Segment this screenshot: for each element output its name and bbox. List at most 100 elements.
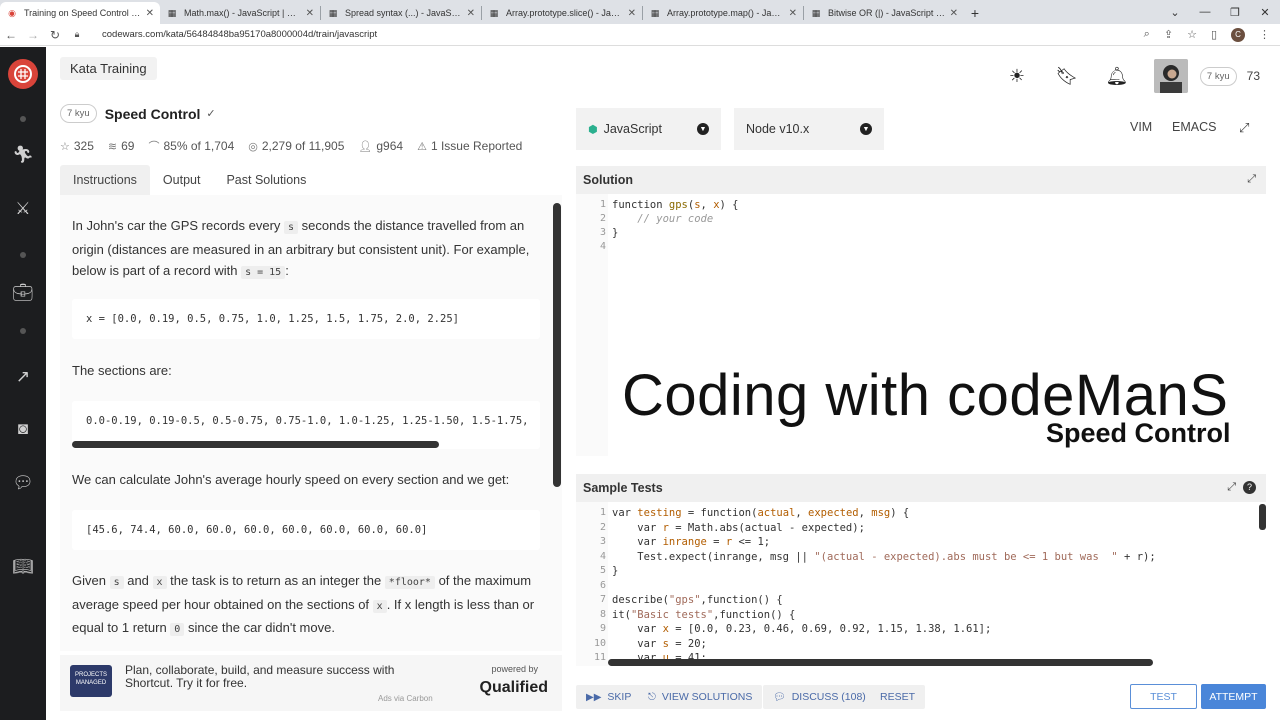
instructions-scrollbar[interactable] bbox=[553, 203, 561, 487]
test-button[interactable]: TEST bbox=[1130, 684, 1197, 709]
ad-via-carbon[interactable]: Ads via Carbon bbox=[378, 694, 433, 703]
kata-stats: ☆ 325 ≋ 69 ⌒ 85% of 1,704 ◎ 2,279 of 11,905 … bbox=[60, 138, 536, 154]
sample-tests-hscrollbar[interactable] bbox=[608, 659, 1153, 666]
back-icon[interactable]: ← bbox=[0, 28, 22, 42]
browser-tab-bitwise-or[interactable]: ▦ Bitwise OR (|) - JavaScript | MDN ✕ bbox=[804, 2, 964, 24]
url-field[interactable]: codewars.com/kata/56484848ba95170a800000… bbox=[102, 29, 1144, 40]
discuss-icon[interactable]: 💬︎ bbox=[0, 473, 46, 493]
restore-icon[interactable]: ❐ bbox=[1220, 6, 1250, 19]
author-link[interactable]: 👤︎ g964 bbox=[358, 139, 403, 153]
briefcase-icon[interactable]: 💼︎ bbox=[0, 283, 46, 303]
view-solutions-button[interactable]: ⎋ VIEW SOLUTIONS bbox=[638, 685, 763, 709]
satisfaction-icon: ⌒ bbox=[148, 141, 160, 153]
unlock-icon: ⎋ bbox=[648, 691, 656, 703]
kata-title-row: 7 kyu Speed Control ✓ bbox=[60, 104, 216, 123]
sidebar-panel-icon[interactable]: ▯ bbox=[1211, 28, 1217, 41]
forward-icon[interactable]: → bbox=[22, 28, 44, 42]
leaderboard-icon[interactable]: ↗ bbox=[0, 367, 46, 387]
close-tab-icon[interactable]: ✕ bbox=[146, 8, 154, 19]
user-icon: 👤︎ bbox=[358, 140, 373, 153]
user-avatar[interactable] bbox=[1153, 59, 1188, 93]
notifications-bell-icon[interactable]: 🔔︎ bbox=[1104, 63, 1130, 89]
instructions-tabs: Instructions Output Past Solutions bbox=[60, 165, 562, 195]
chat-icon: 💬︎ bbox=[773, 691, 786, 703]
issues-link[interactable]: ⚠ 1 Issue Reported bbox=[417, 139, 522, 153]
codewars-logo-icon[interactable] bbox=[8, 59, 38, 89]
docs-icon[interactable]: 📖︎ bbox=[0, 557, 46, 577]
lock-icon[interactable]: 🔒︎ bbox=[66, 29, 88, 40]
sample-tests-scrollbar[interactable] bbox=[1259, 504, 1266, 530]
sample-tests-editor[interactable]: 1 2 3 4 5 6 7 8 9 10 11 var testing = fu… bbox=[576, 502, 1266, 666]
page-title: Speed Control bbox=[104, 105, 201, 122]
mdn-favicon-icon: ▦ bbox=[328, 7, 338, 18]
new-tab-button[interactable]: + bbox=[964, 2, 986, 24]
discord-icon[interactable]: ◙ bbox=[0, 419, 46, 439]
target-icon: ◎ bbox=[248, 140, 258, 153]
browser-tab-codewars[interactable]: ◉ Training on Speed Control | Codewars ✕ bbox=[0, 2, 160, 24]
completed-check-icon: ✓ bbox=[206, 108, 216, 120]
reload-icon[interactable]: ↻ bbox=[44, 28, 66, 42]
carbon-ad[interactable]: PROJECTS MANAGED Plan, collaborate, buil… bbox=[60, 655, 562, 711]
ad-image[interactable]: PROJECTS MANAGED bbox=[70, 665, 112, 697]
attempt-button[interactable]: ATTEMPT bbox=[1201, 684, 1266, 709]
browser-menu-icon[interactable]: ⋮ bbox=[1259, 28, 1270, 41]
mdn-favicon-icon: ▦ bbox=[650, 7, 660, 18]
close-window-icon[interactable]: ✕ bbox=[1250, 6, 1280, 19]
close-tab-icon[interactable]: ✕ bbox=[628, 8, 636, 19]
solution-header: Solution ⤢ bbox=[576, 166, 1266, 194]
tab-output[interactable]: Output bbox=[150, 165, 214, 195]
skip-button[interactable]: ▶▶ SKIP bbox=[576, 685, 642, 709]
theme-toggle-icon[interactable]: ☀ bbox=[1004, 63, 1030, 89]
discuss-button[interactable]: 💬︎ DISCUSS (108) bbox=[763, 685, 876, 709]
zoom-icon[interactable]: ⌕ bbox=[1144, 28, 1150, 41]
instructions-paragraph-1: In John's car the GPS records every s se… bbox=[72, 218, 530, 279]
browser-tab-map[interactable]: ▦ Array.prototype.map() - JavaScript | M… bbox=[643, 2, 803, 24]
instructions-paragraph-2: The sections are: bbox=[72, 363, 172, 378]
javascript-icon: ⬢ bbox=[588, 123, 598, 136]
emacs-mode-button[interactable]: EMACS bbox=[1172, 120, 1216, 134]
instructions-paragraph-3: We can calculate John's average hourly s… bbox=[72, 472, 510, 487]
bookmark-icon[interactable]: 🔖︎ bbox=[1054, 63, 1080, 89]
separator-dot bbox=[20, 252, 26, 258]
language-select[interactable]: ⬢ JavaScript ▼ bbox=[576, 108, 721, 150]
profile-avatar[interactable]: C bbox=[1231, 27, 1245, 42]
browser-tab-math-max[interactable]: ▦ Math.max() - JavaScript | MDN ✕ bbox=[160, 2, 320, 24]
close-tab-icon[interactable]: ✕ bbox=[789, 8, 797, 19]
help-icon[interactable]: ? bbox=[1243, 481, 1256, 494]
close-tab-icon[interactable]: ✕ bbox=[950, 8, 958, 19]
stack-icon: ≋ bbox=[107, 140, 118, 153]
share-icon[interactable]: ⇪ bbox=[1164, 28, 1173, 41]
instructions-panel: In John's car the GPS records every s se… bbox=[60, 195, 562, 651]
code-block-scrollbar[interactable] bbox=[72, 441, 439, 448]
tab-search-icon[interactable]: ⌄ bbox=[1160, 6, 1190, 19]
browser-tab-slice[interactable]: ▦ Array.prototype.slice() - JavaScript |… bbox=[482, 2, 642, 24]
reset-button[interactable]: RESET bbox=[870, 685, 926, 709]
close-tab-icon[interactable]: ✕ bbox=[467, 8, 475, 19]
runtime-select[interactable]: Node v10.x ▼ bbox=[734, 108, 884, 150]
vim-mode-button[interactable]: VIM bbox=[1130, 120, 1152, 134]
tab-past-solutions[interactable]: Past Solutions bbox=[213, 165, 319, 195]
star-icon: ☆ bbox=[60, 140, 70, 153]
practice-icon[interactable]: 🏃︎ bbox=[0, 145, 46, 165]
stars-stat[interactable]: ☆ 325 bbox=[60, 139, 94, 153]
chevron-down-icon: ▼ bbox=[860, 123, 872, 135]
bookmark-star-icon[interactable]: ☆ bbox=[1187, 28, 1197, 41]
separator-dot bbox=[20, 116, 26, 122]
header: Kata Training ☀ 🔖︎ 🔔︎ 7 kyu 73 bbox=[46, 47, 1280, 102]
mdn-favicon-icon: ▦ bbox=[489, 7, 499, 18]
close-tab-icon[interactable]: ✕ bbox=[306, 8, 314, 19]
mdn-favicon-icon: ▦ bbox=[811, 7, 821, 18]
qualified-logo[interactable]: Qualified bbox=[480, 679, 548, 697]
browser-tab-spread[interactable]: ▦ Spread syntax (...) - JavaScript | MDN… bbox=[321, 2, 481, 24]
expand-icon[interactable]: ⤢ bbox=[1247, 173, 1256, 186]
minimize-icon[interactable]: — bbox=[1190, 6, 1220, 18]
tab-instructions[interactable]: Instructions bbox=[60, 165, 150, 195]
collections-stat[interactable]: ≋ 69 bbox=[108, 139, 135, 153]
ad-text[interactable]: Plan, collaborate, build, and measure su… bbox=[125, 664, 445, 690]
expand-icon[interactable]: ⤢ bbox=[1227, 481, 1236, 494]
kumite-icon[interactable]: ⚔︎ bbox=[0, 199, 46, 219]
codewars-favicon-icon: ◉ bbox=[8, 7, 16, 18]
code-block-x: x = [0.0, 0.19, 0.5, 0.75, 1.0, 1.25, 1.… bbox=[72, 299, 540, 339]
honor-count: 73 bbox=[1246, 69, 1260, 83]
fullscreen-icon[interactable]: ⤢ bbox=[1239, 120, 1249, 136]
